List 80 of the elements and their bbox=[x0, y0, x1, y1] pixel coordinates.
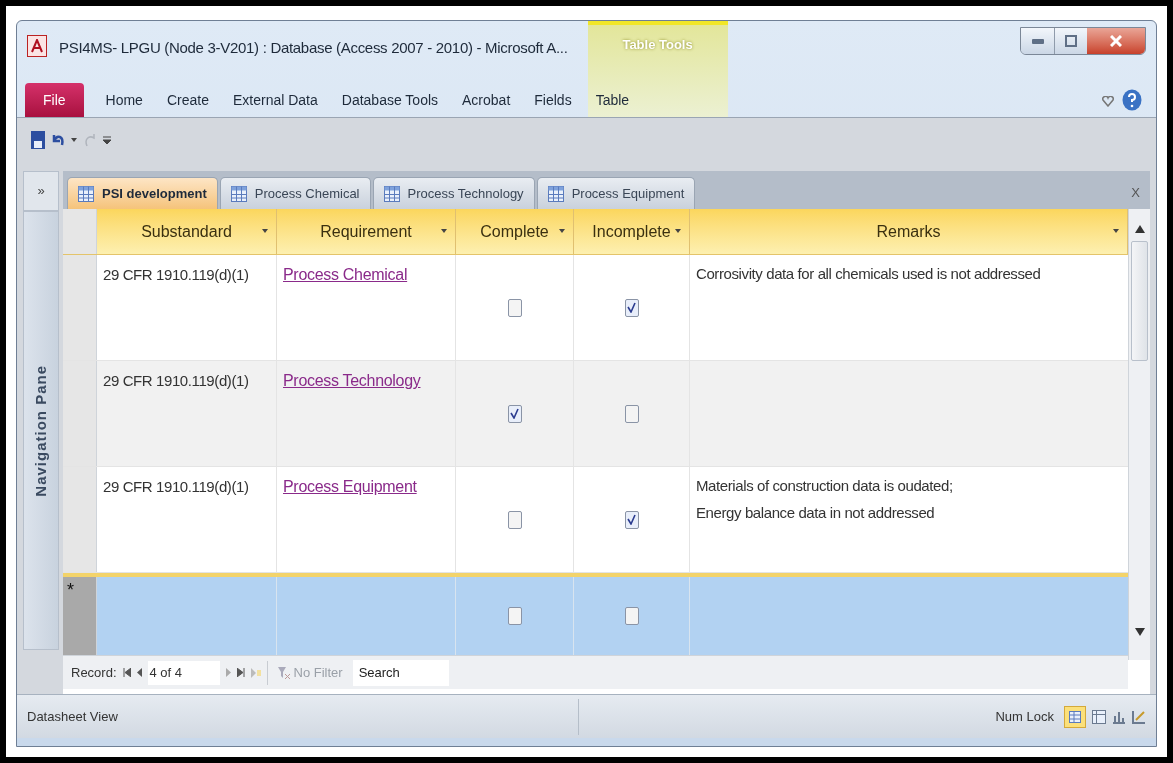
caret-icon[interactable] bbox=[559, 229, 565, 233]
pivot-chart-icon[interactable] bbox=[1112, 709, 1126, 724]
checkbox[interactable] bbox=[507, 607, 522, 625]
remark-text: Materials of construction data is oudated; bbox=[696, 476, 954, 496]
close-icon bbox=[1110, 35, 1122, 47]
document-tab[interactable]: Process Chemical bbox=[219, 177, 371, 209]
new-record-marker: * bbox=[67, 580, 74, 600]
ribbon-tab[interactable]: Database Tools bbox=[329, 83, 451, 117]
select-all-cell[interactable] bbox=[63, 209, 97, 254]
ribbon-tab[interactable]: Home bbox=[93, 83, 155, 117]
maximize-button[interactable] bbox=[1055, 28, 1087, 54]
ribbon-tab[interactable]: Fields bbox=[522, 83, 584, 117]
document-tab[interactable]: PSI development bbox=[67, 177, 218, 209]
design-view-icon[interactable] bbox=[1132, 709, 1146, 724]
caret-icon[interactable] bbox=[71, 137, 77, 142]
table-icon bbox=[230, 185, 247, 202]
table-cell: 29 CFR 1910.119(d)(1) bbox=[103, 478, 249, 495]
heart-icon[interactable] bbox=[1102, 96, 1114, 107]
column-header[interactable]: Substandard bbox=[97, 209, 277, 254]
scroll-thumb[interactable] bbox=[1131, 241, 1148, 361]
pivot-table-icon[interactable] bbox=[1092, 709, 1106, 724]
view-name: Datasheet View bbox=[27, 707, 118, 726]
check-icon bbox=[627, 514, 636, 525]
record-position-field[interactable]: 4 of 4 bbox=[147, 660, 220, 685]
requirement-link[interactable]: Process Chemical bbox=[283, 266, 408, 283]
scroll-up-icon[interactable] bbox=[1134, 225, 1145, 233]
caret-icon[interactable] bbox=[1113, 229, 1119, 233]
checkbox[interactable] bbox=[624, 510, 639, 529]
checkbox[interactable] bbox=[507, 404, 522, 423]
ribbon-tab[interactable]: Create bbox=[154, 83, 221, 117]
datasheet-view-button[interactable] bbox=[1064, 705, 1086, 728]
record-label: Record: bbox=[71, 663, 117, 682]
checkbox[interactable] bbox=[507, 510, 522, 529]
vertical-scrollbar[interactable] bbox=[1128, 209, 1150, 660]
checkbox[interactable] bbox=[624, 607, 639, 625]
num-lock-indicator: Num Lock bbox=[995, 707, 1054, 726]
ribbon-tab[interactable]: Acrobat bbox=[450, 83, 523, 117]
checkbox[interactable] bbox=[507, 298, 522, 317]
check-icon bbox=[627, 302, 636, 313]
scroll-down-icon[interactable] bbox=[1134, 628, 1145, 636]
table-icon bbox=[383, 185, 400, 202]
grid-icon bbox=[1069, 710, 1081, 723]
ribbon-tab[interactable]: External Data bbox=[220, 83, 330, 117]
check-icon bbox=[510, 408, 519, 419]
expand-pane-button[interactable]: » bbox=[23, 171, 59, 211]
table-icon bbox=[78, 185, 94, 202]
save-icon[interactable] bbox=[31, 130, 45, 149]
document-tab[interactable]: Process Equipment bbox=[536, 177, 696, 209]
caret-icon[interactable] bbox=[262, 229, 268, 233]
caret-icon[interactable] bbox=[441, 229, 447, 233]
caret-icon[interactable] bbox=[675, 229, 681, 233]
table-icon bbox=[547, 185, 564, 202]
navigation-pane-label: Navigation Pane bbox=[30, 364, 50, 497]
filter-icon bbox=[277, 666, 290, 679]
column-header[interactable]: Complete bbox=[456, 209, 574, 254]
first-record-icon[interactable] bbox=[122, 668, 131, 677]
minimize-button[interactable] bbox=[1021, 28, 1055, 54]
customize-icon[interactable] bbox=[103, 134, 111, 145]
minimize-icon bbox=[1031, 38, 1044, 44]
previous-record-icon[interactable] bbox=[136, 668, 142, 677]
last-record-icon[interactable] bbox=[236, 668, 245, 677]
table-cell: 29 CFR 1910.119(d)(1) bbox=[103, 372, 249, 389]
checkbox[interactable] bbox=[624, 298, 639, 317]
search-field[interactable]: Search bbox=[352, 659, 449, 686]
column-header[interactable]: Requirement bbox=[277, 209, 456, 254]
ribbon-tab[interactable]: Table bbox=[583, 83, 642, 117]
help-icon[interactable] bbox=[1122, 89, 1142, 111]
requirement-link[interactable]: Process Equipment bbox=[283, 478, 417, 495]
requirement-link[interactable]: Process Technology bbox=[283, 372, 421, 389]
maximize-icon bbox=[1065, 35, 1077, 47]
remark-text: Energy balance data in not addressed bbox=[696, 502, 936, 523]
window-title: PSI4MS- LPGU (Node 3-V201) : Database (Access 2007 - 2010) - Microsoft A... bbox=[59, 38, 568, 58]
document-tab[interactable]: Process Technology bbox=[372, 177, 535, 209]
remark-text: Corrosivity data for all chemicals used is not addressed bbox=[696, 264, 1042, 284]
checkbox[interactable] bbox=[624, 404, 639, 423]
column-header[interactable]: Incomplete bbox=[574, 209, 690, 254]
close-document-button[interactable]: X bbox=[1121, 177, 1150, 209]
navigation-pane[interactable]: Navigation Pane bbox=[23, 211, 59, 650]
close-button[interactable] bbox=[1087, 28, 1145, 54]
table-cell: 29 CFR 1910.119(d)(1) bbox=[103, 266, 249, 283]
